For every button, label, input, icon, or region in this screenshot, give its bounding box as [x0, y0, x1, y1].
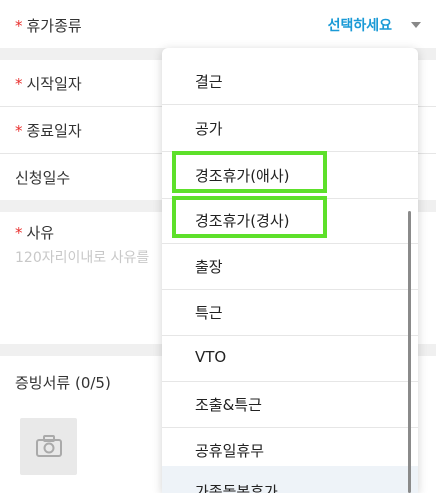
- leave-type-label: * 휴가종류: [15, 17, 82, 35]
- start-date-label: * 시작일자: [15, 75, 82, 93]
- highlight-box: [172, 196, 327, 238]
- dropdown-option[interactable]: 조출&특근: [162, 381, 418, 428]
- dropdown-option[interactable]: 출장: [162, 243, 418, 290]
- required-mark: *: [15, 224, 23, 242]
- reason-input[interactable]: 120자리이내로 사유를: [15, 247, 149, 267]
- dropdown-option[interactable]: 공가: [162, 105, 418, 152]
- chevron-down-icon[interactable]: [411, 22, 421, 28]
- attachments-label: 증빙서류 (0/5): [15, 374, 111, 392]
- dropdown-option[interactable]: 특근: [162, 289, 418, 336]
- leave-type-select-value[interactable]: 선택하세요: [328, 15, 392, 35]
- required-mark: *: [15, 17, 23, 35]
- dropdown-option[interactable]: VTO: [162, 335, 418, 382]
- reason-label: * 사유: [15, 224, 55, 242]
- leave-type-row[interactable]: * 휴가종류 선택하세요: [0, 0, 436, 48]
- add-photo-button[interactable]: [20, 418, 77, 475]
- highlight-box: [172, 151, 327, 193]
- leave-type-dropdown[interactable]: 결근 공가 경조휴가(애사) 경조휴가(경사) 출장 특근 VTO 조출&특근 …: [162, 48, 418, 493]
- days-label: 신청일수: [15, 169, 71, 187]
- required-mark: *: [15, 75, 23, 93]
- required-mark: *: [15, 122, 23, 140]
- end-date-label: * 종료일자: [15, 122, 82, 140]
- dropdown-scrollbar[interactable]: [408, 211, 411, 493]
- dropdown-option[interactable]: 결근: [162, 58, 418, 105]
- dropdown-option[interactable]: 가족돌봄휴가: [162, 466, 418, 493]
- camera-icon: [36, 435, 62, 457]
